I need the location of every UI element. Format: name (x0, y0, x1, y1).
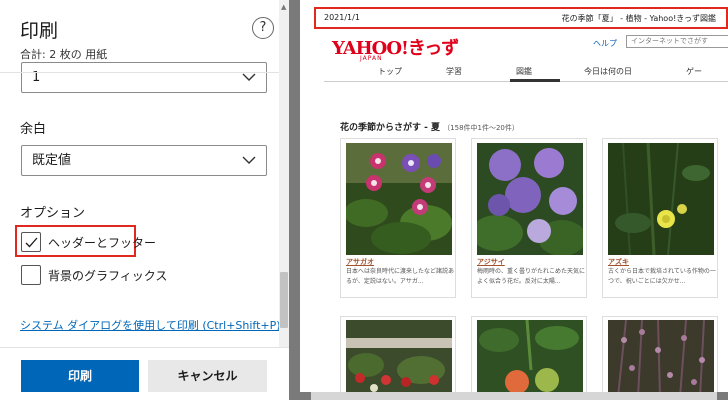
flower-photo-shiso (608, 320, 714, 392)
site-nav: トップ 学習 図鑑 今日は何の日 ゲー (324, 60, 728, 80)
page-header: 2021/1/1 花の季節「夏」 - 植物 - Yahoo!きっず図鑑 (314, 7, 728, 29)
nav-tab-games: ゲー (686, 67, 702, 76)
scroll-up-arrow-icon[interactable]: ▲ (281, 3, 286, 11)
flower-card: アサガオ 日本へは奈良時代に渡来したなど諸説あるが、定説はない。アサガ... (340, 138, 456, 298)
flower-description: 日本へは奈良時代に渡来したなど諸説あるが、定説はない。アサガ... (346, 268, 455, 285)
flower-description: 梅雨時の、重く曇りがたれこめた天気によく似合う花だ。反対に太陽... (477, 268, 586, 285)
pages-dropdown[interactable]: 1 (21, 62, 267, 93)
preview-page: 2021/1/1 花の季節「夏」 - 植物 - Yahoo!きっず図鑑 YAHO… (300, 0, 728, 392)
margin-dropdown[interactable]: 既定値 (21, 145, 267, 176)
chevron-down-icon (242, 73, 256, 81)
flower-photo-asagao (346, 143, 452, 255)
section-heading: 花の季節からさがす - 夏 （158件中1件〜20件） (340, 120, 519, 133)
flower-photo-azuki (608, 143, 714, 255)
footer-divider (0, 347, 289, 348)
nav-tab-study: 学習 (446, 67, 462, 76)
background-graphics-checkbox[interactable] (21, 265, 41, 285)
margin-value: 既定値 (32, 153, 72, 168)
flower-name: アズキ (608, 258, 629, 266)
options-label: オプション (20, 206, 86, 221)
margin-label: 余白 (20, 122, 47, 137)
print-settings-panel: 印刷 ? 合計: 2 枚の 用紙 1 余白 既定値 オプション ヘッダーとフッタ… (0, 0, 289, 400)
nav-tab-today: 今日は何の日 (584, 67, 632, 76)
panel-scrollbar-thumb[interactable] (280, 272, 288, 328)
header-footer-checkbox[interactable] (21, 232, 41, 252)
flower-card: アズキ 古くから日本で栽培されている作物の一つで、祝いごとには欠かせ... (602, 138, 718, 298)
section-count: （158件中1件〜20件） (443, 124, 519, 132)
flower-name: アサガオ (346, 258, 374, 266)
sheet-count: 合計: 2 枚の 用紙 (20, 48, 108, 61)
background-graphics-label: 背景のグラフィックス (48, 269, 168, 283)
header-title: 花の季節「夏」 - 植物 - Yahoo!きっず図鑑 (561, 14, 716, 23)
cancel-button[interactable]: キャンセル (148, 360, 267, 392)
flower-card: アジサイ 梅雨時の、重く曇りがたれこめた天気によく似合う花だ。反対に太陽... (471, 138, 587, 298)
system-dialog-link[interactable]: システム ダイアログを使用して印刷 (Ctrl+Shift+P) (20, 317, 281, 333)
panel-title: 印刷 (20, 20, 59, 42)
nav-tab-top: トップ (378, 67, 402, 76)
flower-description: 古くから日本で栽培されている作物の一つで、祝いごとには欠かせ... (608, 268, 716, 285)
flower-card (602, 316, 718, 392)
preview-horizontal-scrollbar[interactable] (311, 392, 717, 400)
checkmark-icon (25, 237, 38, 248)
nav-tab-encyclopedia: 図鑑 (516, 67, 532, 76)
header-footer-option[interactable]: ヘッダーとフッター (21, 232, 156, 252)
help-button[interactable]: ? (252, 17, 274, 39)
header-divider (0, 72, 289, 73)
background-graphics-option[interactable]: 背景のグラフィックス (21, 265, 171, 285)
flower-card (340, 316, 456, 392)
logo-text: YAHOO!きっず (332, 38, 459, 59)
flower-photo-ajisai (477, 143, 583, 255)
print-button[interactable]: 印刷 (21, 360, 139, 392)
header-footer-label: ヘッダーとフッター (48, 236, 157, 250)
flower-card (471, 316, 587, 392)
site-search-input: インターネットでさがす (626, 35, 728, 48)
header-date: 2021/1/1 (324, 13, 360, 22)
help-link: ヘルプ (593, 39, 617, 48)
section-title: 花の季節からさがす - 夏 (340, 123, 441, 133)
flower-photo-tomato (477, 320, 583, 392)
chevron-down-icon (242, 156, 256, 164)
print-preview-area: 2021/1/1 花の季節「夏」 - 植物 - Yahoo!きっず図鑑 YAHO… (289, 0, 728, 400)
flower-photo-strawberry (346, 320, 452, 392)
flower-name: アジサイ (477, 258, 505, 266)
nav-active-indicator (510, 79, 560, 82)
